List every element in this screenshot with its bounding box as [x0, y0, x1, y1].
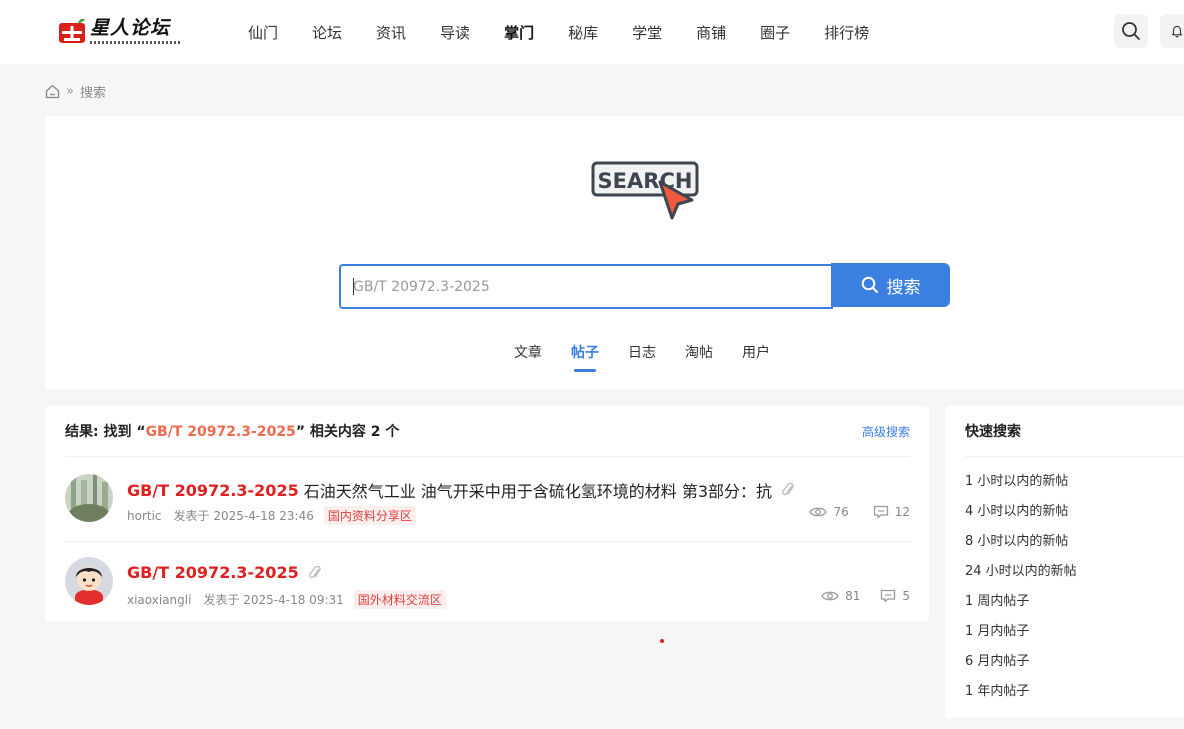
tab-posts[interactable]: 帖子 [571, 342, 599, 372]
views-stat: 76 [809, 505, 849, 519]
views-count: 76 [833, 505, 849, 519]
nav-item-library[interactable]: 秘库 [568, 22, 598, 43]
post-meta: hortic 发表于 2025-4-18 23:46 国内资料分享区 [127, 506, 416, 525]
nav-item-news[interactable]: 资讯 [376, 22, 406, 43]
replies-stat: 12 [873, 505, 910, 519]
nav-item-circle[interactable]: 圈子 [760, 22, 790, 43]
nav-item-ranking[interactable]: 排行榜 [824, 22, 869, 43]
search-icon [861, 276, 878, 293]
quick-search-title: 快速搜索 [965, 406, 1184, 457]
quick-search-item[interactable]: 1 月内帖子 [965, 622, 1077, 652]
quick-search-item[interactable]: 1 小时以内的新帖 [965, 472, 1077, 502]
post-title-text: 石油天然气工业 油气开采中用于含硫化氢环境的材料 第3部分：抗 [303, 482, 773, 501]
nav-item-school[interactable]: 学堂 [632, 22, 662, 43]
post-stats: 76 12 [797, 505, 910, 519]
results-keyword: GB/T 20972.3-2025 [145, 424, 296, 440]
search-submit-button[interactable]: 搜索 [831, 263, 950, 307]
nav-item-xianmen[interactable]: 仙门 [248, 22, 278, 43]
quick-search-list: 1 小时以内的新帖 4 小时以内的新帖 8 小时以内的新帖 24 小时以内的新帖… [965, 472, 1077, 712]
main-nav: 仙门 论坛 资讯 导读 掌门 秘库 学堂 商铺 圈子 排行榜 [248, 0, 903, 64]
home-icon[interactable] [45, 84, 60, 99]
results-summary: 结果: 找到 “GB/T 20972.3-2025” 相关内容 2 个 [65, 424, 400, 440]
replies-count: 5 [902, 589, 910, 603]
replies-count: 12 [894, 505, 910, 519]
post-title-highlight: GB/T 20972.3-2025 [127, 480, 299, 500]
breadcrumb-current: 搜索 [79, 85, 106, 101]
post-meta: xiaoxiangli 发表于 2025-4-18 09:31 国外材料交流区 [127, 590, 446, 609]
post-stats: 81 5 [809, 589, 910, 603]
search-panel: SEARCH 搜索 文章 帖子 日志 淘帖 用户 [45, 116, 1184, 390]
tab-blogs[interactable]: 日志 [628, 342, 656, 362]
search-results: 结果: 找到 “GB/T 20972.3-2025” 相关内容 2 个 高级搜索… [45, 406, 929, 622]
nav-item-zhangmen[interactable]: 掌门 [504, 22, 534, 43]
quick-search-panel: 快速搜索 1 小时以内的新帖 4 小时以内的新帖 8 小时以内的新帖 24 小时… [945, 406, 1184, 718]
logo-subtitle-strip [90, 41, 182, 44]
search-logo-icon: SEARCH [591, 161, 699, 220]
breadcrumb-separator: » [66, 83, 74, 99]
nav-item-shop[interactable]: 商铺 [696, 22, 726, 43]
table-row: GB/T 20972.3-2025 xiaoxiangli 发表于 2025-4… [65, 543, 910, 622]
search-type-tabs: 文章 帖子 日志 淘帖 用户 [514, 342, 799, 372]
search-button-label: 搜索 [886, 277, 921, 298]
logo-title: 星人论坛 [90, 17, 171, 39]
comment-icon [881, 589, 896, 603]
avatar[interactable] [65, 557, 113, 605]
post-author[interactable]: xiaoxiangli [127, 593, 191, 607]
bell-icon [1171, 25, 1183, 38]
tab-articles[interactable]: 文章 [514, 342, 542, 362]
nav-item-forum[interactable]: 论坛 [312, 22, 342, 43]
forum-tag[interactable]: 国内资料分享区 [323, 506, 416, 525]
svg-text:SEARCH: SEARCH [598, 169, 693, 193]
eye-icon [809, 507, 828, 517]
post-title-highlight: GB/T 20972.3-2025 [127, 563, 299, 582]
views-stat: 81 [821, 589, 860, 603]
table-row: GB/T 20972.3-2025 石油天然气工业 油气开采中用于含硫化氢环境的… [65, 458, 910, 542]
views-count: 81 [845, 589, 861, 603]
search-input[interactable] [339, 264, 833, 309]
tab-users[interactable]: 用户 [742, 342, 770, 362]
header-search-button[interactable] [1114, 14, 1148, 48]
quick-search-item[interactable]: 24 小时以内的新帖 [965, 562, 1077, 592]
post-time: 发表于 2025-4-18 09:31 [203, 593, 344, 607]
quick-search-item[interactable]: 1 周内帖子 [965, 592, 1077, 622]
text-caret [353, 278, 354, 295]
eye-icon [821, 591, 839, 601]
comment-icon [873, 505, 888, 519]
quick-search-item[interactable]: 6 月内帖子 [965, 652, 1077, 682]
forum-tag[interactable]: 国外材料交流区 [353, 590, 446, 609]
search-icon [1122, 22, 1140, 40]
replies-stat: 5 [880, 589, 910, 603]
quick-search-item[interactable]: 1 年内帖子 [965, 682, 1077, 712]
quick-search-item[interactable]: 8 小时以内的新帖 [965, 532, 1077, 562]
tab-collections[interactable]: 淘帖 [685, 342, 713, 362]
avatar[interactable] [65, 474, 113, 522]
breadcrumb: » 搜索 [45, 82, 106, 101]
nav-item-guide[interactable]: 导读 [440, 22, 470, 43]
paperclip-icon [308, 565, 321, 578]
results-header: 结果: 找到 “GB/T 20972.3-2025” 相关内容 2 个 高级搜索 [65, 406, 910, 457]
post-title-link[interactable]: GB/T 20972.3-2025 [127, 563, 325, 582]
paperclip-icon [782, 483, 794, 496]
post-author[interactable]: hortic [127, 509, 162, 523]
post-time: 发表于 2025-4-18 23:46 [173, 509, 314, 523]
quick-search-item[interactable]: 4 小时以内的新帖 [965, 502, 1077, 532]
post-title-link[interactable]: GB/T 20972.3-2025 石油天然气工业 油气开采中用于含硫化氢环境的… [127, 478, 798, 502]
advanced-search-link[interactable]: 高级搜索 [862, 423, 910, 440]
logo-mark-icon [58, 17, 86, 45]
loading-dot [660, 639, 664, 643]
header-notification-button[interactable] [1160, 14, 1184, 48]
top-header: 星人论坛 仙门 论坛 资讯 导读 掌门 秘库 学堂 商铺 圈子 排行榜 [0, 0, 1184, 64]
site-logo[interactable]: 星人论坛 [58, 14, 188, 48]
